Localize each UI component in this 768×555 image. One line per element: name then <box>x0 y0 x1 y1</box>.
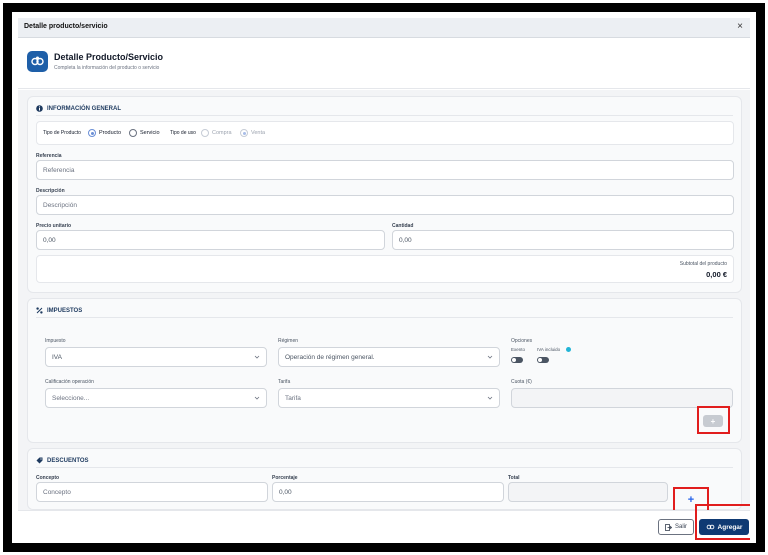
qualification-label: Calificación operación <box>45 379 94 385</box>
regime-select-value: Operación de régimen general. <box>285 354 375 361</box>
page-title: Detalle Producto/Servicio <box>54 52 164 62</box>
description-input[interactable]: Descripción <box>36 195 734 215</box>
concept-label: Concepto <box>36 475 60 481</box>
exit-button-label: Salir <box>674 524 687 530</box>
radio-compra[interactable] <box>201 129 209 137</box>
discounts-card: DESCUENTOS Concepto Concepto Porcentaje … <box>27 448 742 510</box>
info-icon[interactable] <box>566 347 571 352</box>
quantity-input[interactable]: 0,00 <box>392 230 734 250</box>
discounts-heading: DESCUENTOS <box>36 457 89 464</box>
divider <box>36 317 733 318</box>
dialog-title: Detalle producto/servicio <box>24 23 108 30</box>
page-subtitle: Completa la información del producto o s… <box>54 65 160 71</box>
tax-select-value: IVA <box>52 354 62 361</box>
radio-venta-label: Venta <box>251 130 266 136</box>
tag-icon <box>36 457 43 464</box>
qualification-select-value: Seleccione... <box>52 395 90 402</box>
quota-label: Cuota (€) <box>511 379 532 385</box>
use-type-label: Tipo de uso <box>170 130 196 136</box>
subtotal-value: 0,00 € <box>706 270 727 279</box>
dialog-content: INFORMACIÓN GENERAL Tipo de Producto Pro… <box>18 90 750 515</box>
rate-label: Tarifa <box>278 379 291 385</box>
vat-included-toggle[interactable] <box>537 357 549 363</box>
quota-input <box>511 388 733 408</box>
highlight-box <box>697 406 730 434</box>
subtotal-box: Subtotal del producto 0,00 € <box>36 255 734 283</box>
options-label: Opciones <box>511 338 533 344</box>
radio-servicio[interactable] <box>129 129 137 137</box>
product-detail-dialog: Detalle producto/servicio × Detalle Prod… <box>18 18 750 541</box>
chevron-down-icon <box>487 355 493 359</box>
concept-input[interactable]: Concepto <box>36 482 268 502</box>
dialog-titlebar: Detalle producto/servicio × <box>18 18 750 38</box>
divider <box>36 115 733 116</box>
taxes-heading: IMPUESTOS <box>36 307 82 314</box>
chevron-down-icon <box>254 355 260 359</box>
tax-label: Impuesto <box>45 338 66 344</box>
tax-select[interactable]: IVA <box>45 347 267 367</box>
radio-compra-label: Compra <box>212 130 232 136</box>
general-info-title: INFORMACIÓN GENERAL <box>47 105 121 112</box>
percent-icon <box>36 307 43 314</box>
percentage-label: Porcentaje <box>272 475 298 481</box>
quantity-label: Cantidad <box>392 223 414 229</box>
qualification-select[interactable]: Seleccione... <box>45 388 267 408</box>
chevron-down-icon <box>254 396 260 400</box>
radio-producto[interactable] <box>88 129 96 137</box>
exit-button[interactable]: Salir <box>658 519 694 535</box>
general-info-heading: INFORMACIÓN GENERAL <box>36 105 121 112</box>
type-radio-group: Tipo de Producto Producto Servicio Tipo … <box>36 121 734 145</box>
dialog-footer: Salir Agregar <box>18 510 750 541</box>
reference-input[interactable]: Referencia <box>36 160 734 180</box>
rate-select[interactable]: Tarifa <box>278 388 500 408</box>
highlight-box <box>695 504 750 540</box>
taxes-card: IMPUESTOS Impuesto IVA Régimen Operación… <box>27 298 742 443</box>
discounts-title: DESCUENTOS <box>47 457 89 464</box>
unit-price-label: Precio unitario <box>36 223 72 229</box>
app-logo-icon <box>27 51 48 72</box>
radio-servicio-label: Servicio <box>140 130 160 136</box>
regime-label: Régimen <box>278 338 299 344</box>
close-icon[interactable]: × <box>737 21 743 32</box>
reference-label: Referencia <box>36 153 62 159</box>
info-icon <box>36 105 43 112</box>
regime-select[interactable]: Operación de régimen general. <box>278 347 500 367</box>
unit-price-input[interactable]: 0,00 <box>36 230 385 250</box>
taxes-title: IMPUESTOS <box>47 307 83 314</box>
product-type-label: Tipo de Producto <box>43 130 81 136</box>
general-info-card: INFORMACIÓN GENERAL Tipo de Producto Pro… <box>27 96 742 293</box>
exempt-label: Exento <box>511 347 526 352</box>
chevron-down-icon <box>487 396 493 400</box>
total-label: Total <box>508 475 520 481</box>
exit-icon <box>665 523 672 531</box>
percentage-input[interactable]: 0,00 <box>272 482 504 502</box>
rate-select-value: Tarifa <box>285 395 301 402</box>
total-input <box>508 482 668 502</box>
description-label: Descripción <box>36 188 65 194</box>
dialog-header: Detalle Producto/Servicio Completa la in… <box>18 39 750 89</box>
exempt-toggle[interactable] <box>511 357 523 363</box>
divider <box>36 467 733 468</box>
subtotal-label: Subtotal del producto <box>679 261 727 267</box>
vat-included-label: IVA incluido <box>537 347 561 352</box>
radio-producto-label: Producto <box>99 130 122 136</box>
radio-venta[interactable] <box>240 129 248 137</box>
